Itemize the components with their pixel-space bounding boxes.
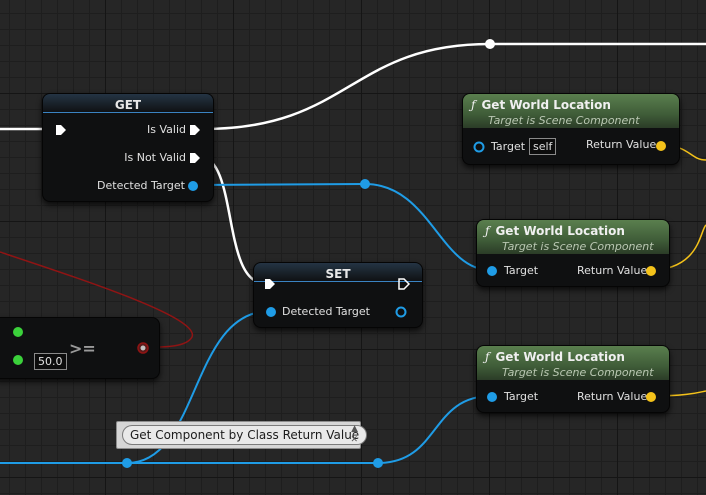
vector-output-pin-icon[interactable]: [645, 391, 657, 403]
set-variable-node[interactable]: SET Detected Target: [253, 262, 423, 328]
detected-target-label: Detected Target: [282, 305, 370, 318]
compare-operator: >=: [69, 339, 96, 358]
target-default-field[interactable]: self: [529, 138, 557, 155]
node-title: SET: [325, 267, 351, 281]
pin-icon[interactable]: ▲: [351, 424, 358, 434]
object-input-pin-icon[interactable]: [486, 265, 498, 277]
is-valid-label: Is Valid: [147, 123, 186, 136]
object-wire-detected-target[interactable]: [191, 182, 491, 271]
get-world-location-node[interactable]: ƒ Get World Location Target is Scene Comp…: [476, 345, 670, 413]
compare-value-field[interactable]: 50.0: [34, 353, 67, 370]
target-label: Target: [491, 140, 526, 153]
node-title: ƒ Get World Location: [471, 98, 611, 112]
object-input-pin-icon[interactable]: [473, 141, 485, 153]
node-subtitle: Target is Scene Component: [488, 114, 640, 127]
object-input-pin-icon[interactable]: [486, 391, 498, 403]
close-icon[interactable]: ✕: [350, 435, 358, 445]
target-label: Target: [504, 390, 539, 403]
float-input-pin-icon[interactable]: [12, 354, 24, 366]
object-reroute-node-top[interactable]: [360, 179, 370, 189]
is-not-valid-label: Is Not Valid: [124, 151, 186, 164]
exec-output-pin-icon[interactable]: [189, 152, 201, 164]
tooltip-text: Get Component by Class Return Value: [122, 425, 368, 445]
pin-tooltip: Get Component by Class Return Value ▲ ✕: [116, 421, 368, 449]
greater-equal-node[interactable]: 50.0 >=: [0, 317, 160, 379]
object-input-pin-icon[interactable]: [265, 306, 277, 318]
return-value-label: Return Value: [577, 390, 648, 403]
node-subtitle: Target is Scene Component: [502, 240, 654, 253]
exec-output-pin-icon[interactable]: [189, 124, 201, 136]
object-output-pin-icon[interactable]: [187, 180, 199, 192]
node-subtitle: Target is Scene Component: [502, 366, 654, 379]
bool-output-pin-icon[interactable]: [137, 342, 149, 354]
vector-output-pin-icon[interactable]: [655, 140, 667, 152]
node-title: GET: [114, 98, 142, 112]
exec-reroute-node[interactable]: [485, 39, 495, 49]
get-world-location-node[interactable]: ƒ Get World Location Target is Scene Comp…: [462, 93, 680, 165]
exec-input-pin-icon[interactable]: [264, 278, 276, 290]
get-world-location-node[interactable]: ƒ Get World Location Target is Scene Comp…: [476, 219, 670, 287]
return-value-label: Return Value: [586, 138, 657, 151]
exec-output-pin-icon[interactable]: [398, 278, 410, 290]
exec-input-pin-icon[interactable]: [55, 124, 67, 136]
node-title: ƒ Get World Location: [485, 350, 625, 364]
object-output-pin-icon[interactable]: [395, 306, 407, 318]
function-icon: ƒ: [485, 224, 490, 238]
target-label: Target: [504, 264, 539, 277]
return-value-label: Return Value: [577, 264, 648, 277]
function-icon: ƒ: [471, 98, 476, 112]
node-title: ƒ Get World Location: [485, 224, 625, 238]
detected-target-label: Detected Target: [97, 179, 185, 192]
get-variable-node[interactable]: GET Is Valid Is Not Valid Detected Targe…: [42, 93, 214, 202]
float-input-pin-icon[interactable]: [12, 326, 24, 338]
vector-output-pin-icon[interactable]: [645, 265, 657, 277]
object-reroute-node-bottom[interactable]: [373, 458, 383, 468]
function-icon: ƒ: [485, 350, 490, 364]
